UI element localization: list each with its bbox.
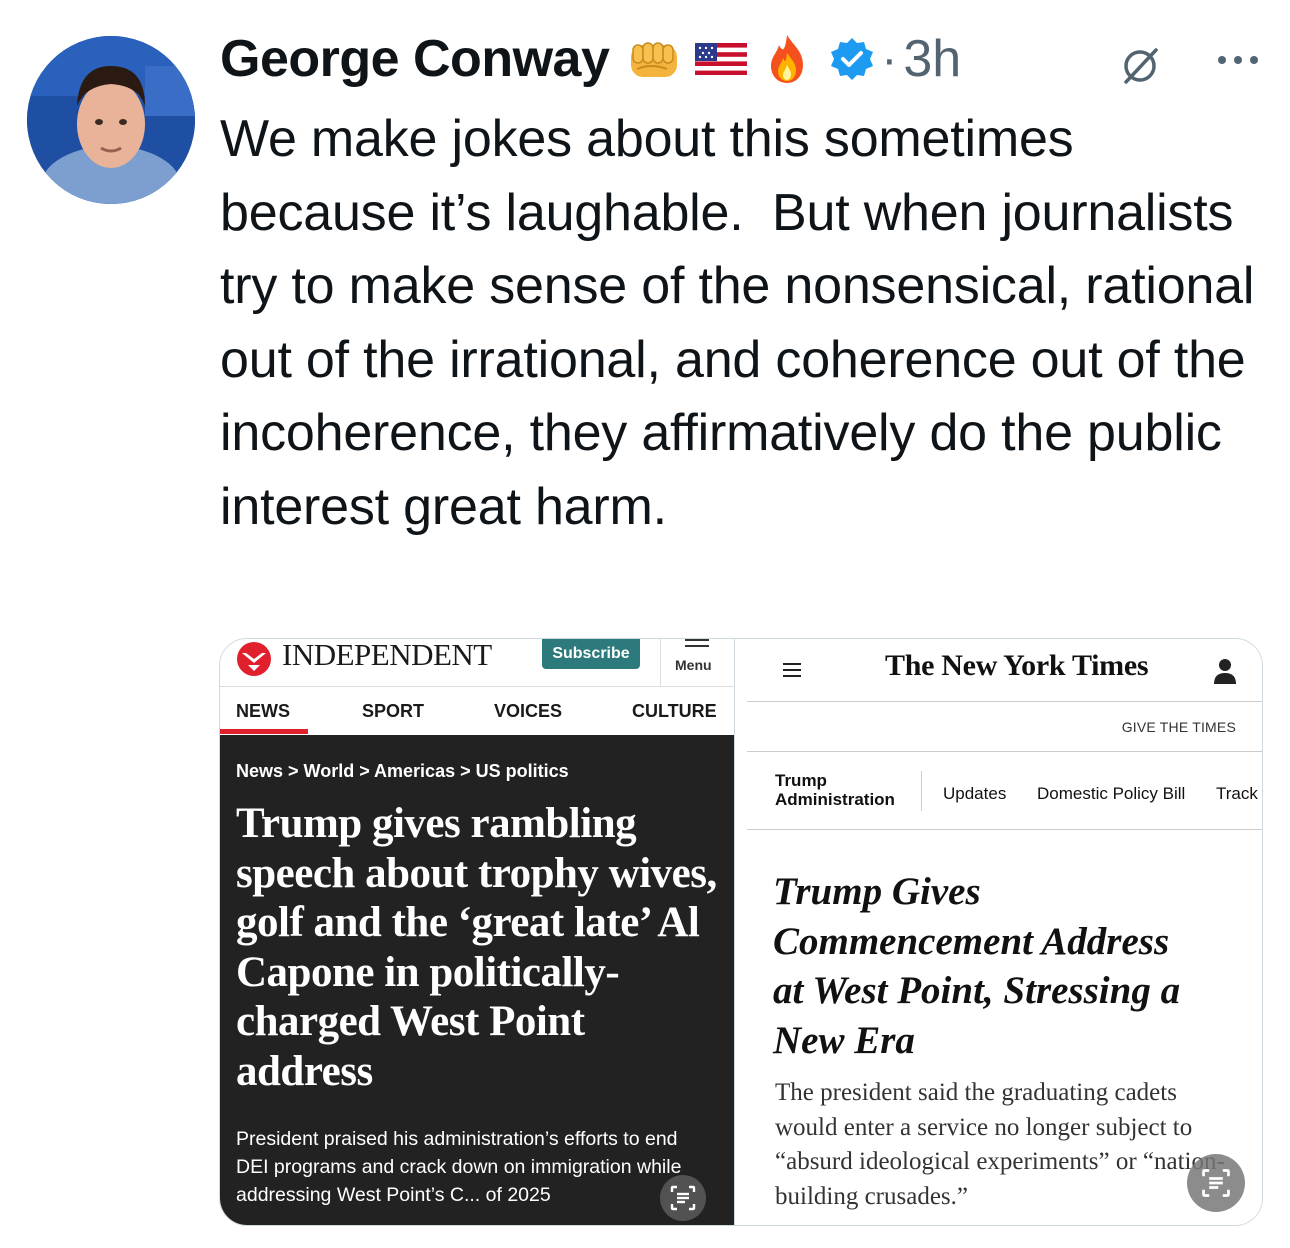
hamburger-icon[interactable] [685, 639, 709, 647]
account-icon[interactable] [1213, 657, 1237, 685]
divider [747, 751, 1262, 752]
nav-sport[interactable]: SPORT [362, 701, 424, 722]
independent-header: INDEPENDENT Subscribe Menu [220, 639, 734, 687]
breadcrumb[interactable]: News > World > Americas > US politics [236, 761, 569, 782]
tab-updates[interactable]: Updates [943, 784, 1006, 804]
nav-news[interactable]: NEWS [236, 701, 290, 722]
author-avatar[interactable] [27, 36, 195, 204]
nyt-menu-icon[interactable] [783, 663, 801, 677]
independent-screenshot[interactable]: INDEPENDENT Subscribe Menu NEWS SPORT VO… [220, 639, 735, 1225]
give-the-times-link[interactable]: GIVE THE TIMES [1122, 719, 1236, 735]
menu-divider [660, 639, 661, 687]
section-label-line2: Administration [775, 790, 895, 809]
more-options-icon[interactable] [1214, 50, 1262, 70]
tab-track[interactable]: Track [1216, 784, 1258, 804]
live-text-icon[interactable] [660, 1175, 706, 1221]
nav-active-indicator [220, 729, 308, 734]
author-name[interactable]: George Conway [220, 29, 610, 89]
section-label[interactable]: Trump Administration [775, 771, 895, 809]
verified-badge-icon[interactable] [829, 36, 875, 82]
independent-logo-text: INDEPENDENT [282, 639, 492, 672]
tweet-media[interactable]: INDEPENDENT Subscribe Menu NEWS SPORT VO… [219, 638, 1263, 1226]
nyt-logo: The New York Times [885, 649, 1149, 682]
tab-domestic-policy-bill[interactable]: Domestic Policy Bill [1037, 784, 1185, 804]
divider [747, 829, 1262, 830]
separator-dot: · [881, 32, 898, 86]
independent-eagle-logo-icon [234, 641, 274, 677]
nav-voices[interactable]: VOICES [494, 701, 562, 722]
name-emojis [627, 31, 875, 87]
menu-label[interactable]: Menu [675, 657, 712, 673]
tweet-timestamp[interactable]: 3h [903, 29, 961, 89]
nyt-headline: Trump Gives Commencement Address at West… [773, 870, 1181, 1062]
live-text-icon[interactable] [1187, 1154, 1245, 1212]
tweet-header: George Conway · 3h [220, 24, 1270, 94]
nyt-summary: The president said the graduating cadets… [775, 1079, 1225, 1210]
independent-headline: Trump gives rambling speech about trophy… [236, 800, 717, 1095]
section-label-line1: Trump [775, 771, 827, 790]
independent-summary: President praised his administration’s e… [236, 1128, 682, 1206]
us-flag-icon [693, 31, 749, 87]
tweet-text: We make jokes about this sometimes becau… [220, 110, 1269, 536]
nav-culture[interactable]: CULTURE [632, 701, 717, 722]
fire-emoji-icon [759, 31, 815, 87]
subscribe-button[interactable]: Subscribe [542, 639, 640, 669]
divider [747, 701, 1262, 702]
grok-icon[interactable] [1118, 44, 1162, 88]
section-divider [921, 771, 922, 811]
fist-emoji-icon [627, 31, 683, 87]
nyt-screenshot[interactable]: The New York Times GIVE THE TIMES Trump … [735, 639, 1262, 1225]
